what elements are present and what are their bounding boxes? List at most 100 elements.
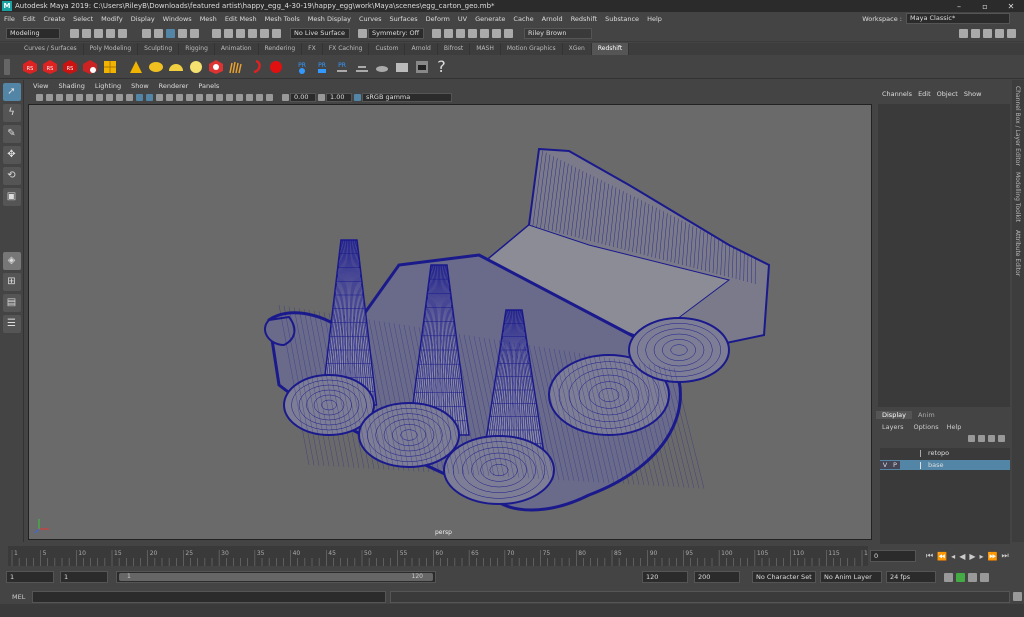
four-view-layout-icon[interactable]: ⊞	[2, 273, 21, 291]
rs-portal-light-icon[interactable]	[188, 59, 204, 75]
snap-point-icon[interactable]	[235, 28, 245, 38]
animation-end-field[interactable]: 200	[694, 571, 740, 583]
help-icon[interactable]: ?	[434, 58, 450, 75]
rs-render-icon[interactable]: RS	[22, 59, 38, 75]
select-hierarchy-icon[interactable]	[141, 28, 151, 38]
attribute-editor-toggle-icon[interactable]	[983, 28, 992, 38]
menu-generate[interactable]: Generate	[471, 15, 509, 23]
shelf-tab-xgen[interactable]: XGen	[563, 43, 592, 55]
xray-joints-icon[interactable]	[265, 93, 273, 101]
motion-blur-icon[interactable]	[205, 93, 213, 101]
gate-mask-icon[interactable]	[105, 93, 113, 101]
shelf-tab-curves-surfaces[interactable]: Curves / Surfaces	[18, 43, 84, 55]
shelf-tab-rendering[interactable]: Rendering	[259, 43, 303, 55]
safe-action-icon[interactable]	[125, 93, 133, 101]
move-layer-down-icon[interactable]	[977, 434, 985, 442]
gamma-icon[interactable]	[317, 93, 325, 101]
image-plane-icon[interactable]	[65, 93, 73, 101]
rs-light-icon[interactable]	[102, 59, 118, 75]
shelf-options-icon[interactable]	[4, 58, 10, 75]
menu-cache[interactable]: Cache	[509, 15, 537, 23]
layer-menu-help[interactable]: Help	[943, 423, 966, 431]
egg-carton-wireframe[interactable]	[29, 105, 872, 540]
rs-environment-icon[interactable]	[374, 59, 390, 75]
select-object-icon[interactable]	[153, 28, 163, 38]
field-chart-icon[interactable]	[115, 93, 123, 101]
layer-color-swatch[interactable]	[920, 461, 928, 469]
new-empty-layer-icon[interactable]	[987, 434, 995, 442]
wireframe-icon[interactable]	[135, 93, 143, 101]
persp-graph-layout-icon[interactable]: ▤	[2, 294, 21, 312]
layer-name[interactable]: base	[928, 461, 944, 469]
outliner-persp-layout-icon[interactable]: ☰	[2, 315, 21, 333]
select-camera-icon[interactable]	[35, 93, 43, 101]
menu-windows[interactable]: Windows	[159, 15, 196, 23]
render-view-icon[interactable]	[491, 28, 501, 38]
menu-help[interactable]: Help	[643, 15, 666, 23]
snap-view-icon[interactable]	[247, 28, 257, 38]
redo-icon[interactable]	[117, 28, 127, 38]
menu-modify[interactable]: Modify	[97, 15, 127, 23]
playback-end-field[interactable]: 120	[642, 571, 688, 583]
playback-start-field[interactable]: 1	[60, 571, 108, 583]
rs-dome-light-icon[interactable]	[168, 59, 184, 75]
proxy-create-icon[interactable]: PR	[334, 59, 350, 75]
move-tool-icon[interactable]: ✥	[2, 146, 21, 164]
loop-icon[interactable]	[943, 572, 953, 582]
history-icon[interactable]	[431, 28, 441, 38]
play-forwards-icon[interactable]: ▶	[967, 552, 977, 561]
viewport-menu-show[interactable]: Show	[126, 82, 154, 90]
current-frame-field[interactable]: 0	[870, 550, 916, 562]
scale-tool-icon[interactable]: ▣	[2, 188, 21, 206]
select-component-icon[interactable]	[165, 28, 175, 38]
step-back-frame-icon[interactable]: ◂	[949, 552, 957, 561]
rs-log-icon[interactable]	[414, 59, 430, 75]
channel-box-menu-edit[interactable]: Edit	[918, 90, 931, 98]
lasso-tool-icon[interactable]: ϟ	[2, 104, 21, 122]
attribute-editor-tab[interactable]: Attribute Editor	[1014, 230, 1021, 276]
range-slider-handle[interactable]	[119, 573, 433, 581]
anim-layer-dropdown[interactable]: No Anim Layer	[820, 571, 882, 583]
new-scene-icon[interactable]	[69, 28, 79, 38]
close-button[interactable]: ✕	[998, 2, 1024, 11]
menu-edit[interactable]: Edit	[19, 15, 40, 23]
save-scene-icon[interactable]	[93, 28, 103, 38]
menu-redshift[interactable]: Redshift	[567, 15, 601, 23]
tool-settings-toggle-icon[interactable]	[995, 28, 1004, 38]
shelf-tab-rigging[interactable]: Rigging	[179, 43, 215, 55]
camera-attributes-icon[interactable]	[45, 93, 53, 101]
channel-box-toggle-icon[interactable]	[971, 28, 980, 38]
maximize-button[interactable]: ▫	[972, 2, 998, 11]
shelf-tab-custom[interactable]: Custom	[369, 43, 406, 55]
rs-fur-icon[interactable]	[228, 59, 244, 75]
channel-box-layer-editor-tab[interactable]: Channel Box / Layer Editor	[1014, 86, 1021, 166]
shelf-tab-arnold[interactable]: Arnold	[405, 43, 438, 55]
rs-settings-icon[interactable]	[82, 59, 98, 75]
textured-icon[interactable]	[165, 93, 173, 101]
gamma-field[interactable]: 1.00	[326, 92, 352, 102]
open-scene-icon[interactable]	[81, 28, 91, 38]
perspective-viewport[interactable]: persp M	[28, 104, 872, 540]
channel-box-menu-object[interactable]: Object	[937, 90, 958, 98]
layer-row-retopo[interactable]: retopo	[880, 448, 1010, 458]
shelf-tab-bifrost[interactable]: Bifrost	[438, 43, 471, 55]
layer-name[interactable]: retopo	[928, 449, 949, 457]
menu-surfaces[interactable]: Surfaces	[386, 15, 422, 23]
single-perspective-layout-icon[interactable]: ◈	[2, 252, 21, 270]
layer-tab-display[interactable]: Display	[876, 411, 912, 419]
use-all-lights-icon[interactable]	[175, 93, 183, 101]
outliner-toggle-icon[interactable]	[1007, 28, 1016, 38]
color-management-icon[interactable]	[353, 93, 361, 101]
auto-key-icon[interactable]	[955, 572, 965, 582]
grid-toggle-icon[interactable]	[75, 93, 83, 101]
viewport-menu-lighting[interactable]: Lighting	[90, 82, 126, 90]
select-tool-icon[interactable]: ➚	[2, 83, 21, 101]
layer-menu-layers[interactable]: Layers	[876, 423, 910, 431]
viewport-menu-renderer[interactable]: Renderer	[154, 82, 194, 90]
symmetry-dropdown[interactable]: Symmetry: Off	[368, 27, 424, 39]
rs-object-icon[interactable]	[354, 59, 370, 75]
mask-options-icon[interactable]	[189, 28, 199, 38]
animation-start-field[interactable]: 1	[6, 571, 54, 583]
bookmark-icon[interactable]	[55, 93, 63, 101]
menu-uv[interactable]: UV	[454, 15, 471, 23]
